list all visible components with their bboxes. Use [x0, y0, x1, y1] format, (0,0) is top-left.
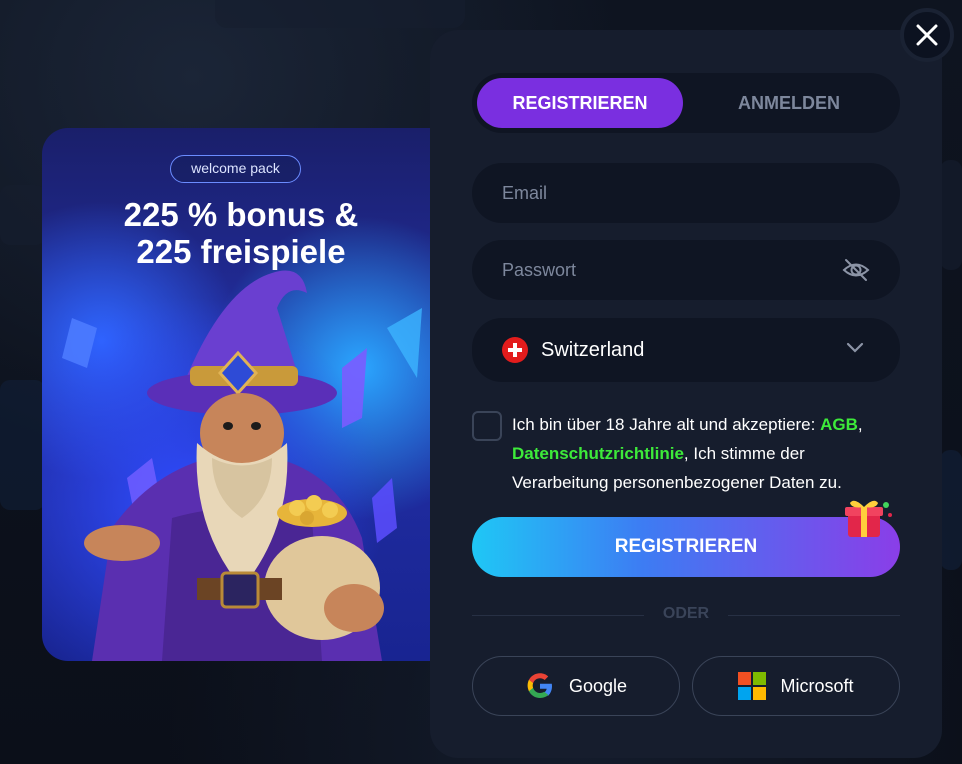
agb-link[interactable]: AGB — [820, 415, 858, 434]
divider-right — [728, 615, 900, 616]
microsoft-icon — [738, 672, 767, 700]
gift-icon — [845, 500, 892, 537]
tab-register[interactable]: REGISTRIEREN — [477, 78, 683, 128]
divider-left — [472, 615, 644, 616]
password-field[interactable] — [472, 240, 900, 300]
promo-title-line1: 225 % bonus & — [123, 196, 359, 233]
welcome-pack-badge: welcome pack — [170, 155, 301, 183]
close-button[interactable] — [900, 8, 954, 62]
password-input[interactable] — [502, 259, 870, 281]
google-icon — [527, 673, 552, 698]
chevron-down-icon — [846, 342, 864, 353]
terms-comma: , — [857, 415, 863, 434]
microsoft-login-button[interactable]: Microsoft — [692, 656, 900, 716]
email-input[interactable] — [502, 182, 870, 204]
email-field[interactable] — [472, 163, 900, 223]
backdrop-blur-left-bottom — [0, 380, 45, 510]
terms-text: Ich bin über 18 Jahre alt und akzeptiere… — [512, 410, 897, 497]
privacy-policy-link[interactable]: Datenschutzrichtlinie — [512, 444, 684, 463]
country-value: Switzerland — [541, 338, 645, 361]
google-label: Google — [568, 675, 628, 696]
tab-login[interactable]: ANMELDEN — [683, 78, 895, 128]
terms-prefix: Ich bin über 18 Jahre alt und akzeptiere… — [512, 415, 821, 434]
promo-banner: welcome pack 225 % bonus & 225 freispiel… — [42, 128, 440, 661]
wizard-illustration — [62, 270, 422, 661]
backdrop-blur-left-top — [0, 185, 45, 245]
backdrop-blur-right-bottom — [940, 450, 962, 570]
age-terms-checkbox[interactable] — [472, 411, 502, 441]
promo-title-line2: 225 freispiele — [136, 233, 346, 270]
backdrop-blur-right-top — [940, 160, 962, 270]
google-login-button[interactable]: Google — [472, 656, 680, 716]
swiss-flag-icon — [502, 337, 528, 363]
or-separator: ODER — [662, 605, 710, 622]
eye-off-icon[interactable] — [842, 256, 870, 284]
close-icon — [916, 24, 938, 46]
microsoft-label: Microsoft — [780, 675, 854, 696]
register-submit-button[interactable]: REGISTRIEREN — [472, 517, 900, 577]
backdrop-header-blur — [215, 0, 465, 28]
country-select[interactable]: Switzerland — [472, 318, 900, 382]
auth-modal — [430, 30, 942, 758]
auth-tabs: REGISTRIEREN ANMELDEN — [472, 73, 900, 133]
